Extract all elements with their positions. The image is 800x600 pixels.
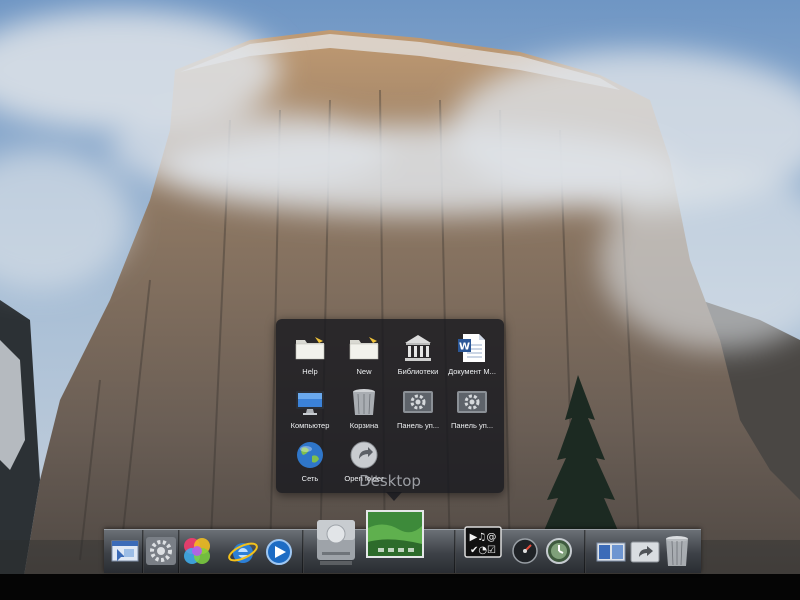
dock-hard-drive[interactable] <box>314 516 358 568</box>
computer-icon <box>296 391 324 415</box>
widgets-icon: ▶♫@ ✔◔☑ <box>464 526 502 558</box>
word-document-icon: W <box>458 334 485 362</box>
dock-widgets[interactable]: ▶♫@ ✔◔☑ <box>464 525 502 563</box>
dock-show-desktop[interactable] <box>594 535 628 569</box>
folder-icon <box>295 337 325 360</box>
dock-finder[interactable] <box>108 535 142 569</box>
stack-item-new[interactable]: New <box>334 327 394 389</box>
dock: ▶♫@ ✔◔☑ <box>104 510 701 573</box>
desktop-stack-icon <box>366 510 424 558</box>
dock-share[interactable] <box>628 535 662 569</box>
share-icon <box>630 541 660 563</box>
stack-title: Desktop <box>359 472 421 490</box>
svg-text:✔◔☑: ✔◔☑ <box>470 545 496 556</box>
control-panel-icon <box>403 391 433 413</box>
dock-desktop-stack[interactable] <box>364 508 426 568</box>
finder-icon <box>111 540 139 562</box>
dashboard-gauge-icon <box>512 538 538 564</box>
show-desktop-icon <box>596 542 626 562</box>
svg-text:W: W <box>459 342 470 353</box>
stack-item-control-panel-2[interactable]: Панель уп... <box>442 381 502 443</box>
dock-separator <box>454 530 456 573</box>
dock-separator <box>584 530 586 573</box>
dock-color-circles[interactable] <box>180 534 214 568</box>
open-folder-icon <box>350 441 378 469</box>
dock-trash[interactable] <box>662 532 692 570</box>
folder-icon <box>349 337 379 360</box>
dock-dashboard[interactable] <box>508 534 542 568</box>
library-icon <box>405 335 431 361</box>
stack-item-label: Панель уп... <box>450 421 494 430</box>
time-machine-icon <box>546 538 572 564</box>
dock-internet-explorer[interactable] <box>226 535 260 569</box>
system-preferences-icon <box>146 537 176 565</box>
desktop-stack-popup: Help New Библиотеки W Документ M... Комп… <box>276 319 504 493</box>
media-player-icon <box>266 539 292 565</box>
stack-item-control-panel-1[interactable]: Панель уп... <box>388 381 448 443</box>
trash-icon <box>353 389 375 415</box>
trash-icon <box>666 536 688 566</box>
stack-item-libraries[interactable]: Библиотеки <box>388 327 448 389</box>
dock-separator <box>302 530 304 573</box>
dock-time-machine[interactable] <box>542 534 576 568</box>
stack-pointer <box>386 492 402 501</box>
svg-text:▶♫@: ▶♫@ <box>470 532 497 543</box>
network-globe-icon <box>297 442 323 468</box>
screen-bottom-bar <box>0 574 800 600</box>
stack-item-help[interactable]: Help <box>280 327 340 389</box>
control-panel-icon <box>457 391 487 413</box>
dock-media-player[interactable] <box>262 535 296 569</box>
color-circles-icon <box>184 538 210 564</box>
stack-item-word-document[interactable]: W Документ M... <box>442 327 502 389</box>
hard-drive-icon <box>317 520 355 565</box>
dock-system-preferences[interactable] <box>144 534 178 568</box>
internet-explorer-icon <box>228 542 258 563</box>
stack-item-label: Документ M... <box>448 367 496 376</box>
